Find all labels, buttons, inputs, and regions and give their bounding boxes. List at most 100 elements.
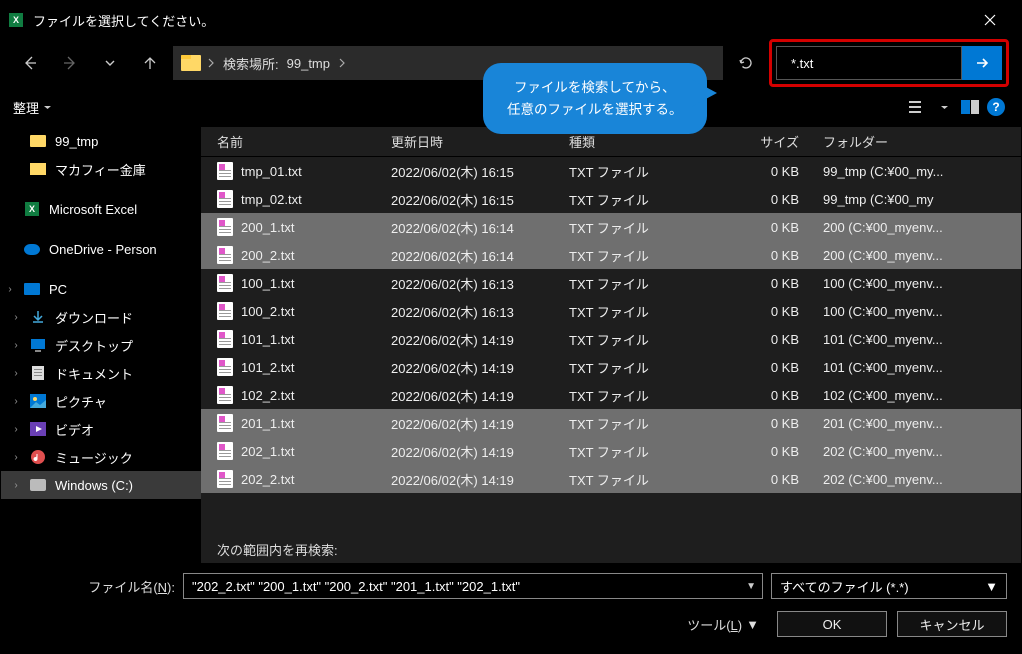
file-size: 0 KB <box>715 444 815 459</box>
chevron-down-icon[interactable]: ▼ <box>740 581 756 592</box>
file-size: 0 KB <box>715 164 815 179</box>
refresh-button[interactable] <box>729 46 763 80</box>
close-icon <box>984 14 996 26</box>
file-folder: 200 (C:¥00_myenv... <box>815 220 1021 235</box>
sidebar-item-label: ダウンロード <box>55 308 133 327</box>
sidebar-item-label: ピクチャ <box>55 392 107 411</box>
file-row[interactable]: 202_1.txt2022/06/02(木) 14:19TXT ファイル0 KB… <box>201 437 1021 465</box>
file-row[interactable]: 100_1.txt2022/06/02(木) 16:13TXT ファイル0 KB… <box>201 269 1021 297</box>
view-options-button[interactable] <box>905 94 931 120</box>
expand-caret-icon[interactable]: › <box>11 396 21 407</box>
expand-caret-icon[interactable]: › <box>11 368 21 379</box>
filename-combo[interactable]: ▼ <box>183 573 763 599</box>
sidebar-item[interactable]: ›ミュージック <box>1 443 201 471</box>
sidebar-item[interactable]: › ピクチャ <box>1 387 201 415</box>
list-view-icon <box>909 100 927 114</box>
col-date[interactable]: 更新日時 <box>391 132 569 151</box>
sidebar-item[interactable]: XMicrosoft Excel <box>1 195 201 223</box>
expand-caret-icon[interactable]: › <box>11 452 21 463</box>
sidebar-item[interactable]: ›ドキュメント <box>1 359 201 387</box>
search-input[interactable] <box>789 55 969 72</box>
file-folder: 99_tmp (C:¥00_my <box>815 192 1021 207</box>
expand-caret-icon[interactable]: › <box>11 340 21 351</box>
col-folder[interactable]: フォルダー <box>815 132 1021 151</box>
file-name: 200_1.txt <box>241 220 295 235</box>
ok-button[interactable]: OK <box>777 611 887 637</box>
file-type: TXT ファイル <box>569 442 715 461</box>
expand-caret-icon[interactable]: › <box>11 312 21 323</box>
filename-input[interactable] <box>190 578 740 595</box>
view-dropdown[interactable] <box>931 94 957 120</box>
expand-caret-icon[interactable]: › <box>5 284 15 295</box>
window-title: ファイルを選択してください。 <box>29 11 961 30</box>
help-button[interactable]: ? <box>983 94 1009 120</box>
file-folder: 99_tmp (C:¥00_my... <box>815 164 1021 179</box>
preview-pane-button[interactable] <box>957 94 983 120</box>
file-rows[interactable]: tmp_01.txt2022/06/02(木) 16:15TXT ファイル0 K… <box>201 157 1021 535</box>
refresh-icon <box>738 55 754 71</box>
file-date: 2022/06/02(木) 16:14 <box>391 218 569 237</box>
col-size[interactable]: サイズ <box>715 132 815 151</box>
file-type-filter[interactable]: すべてのファイル (*.*) ▼ <box>771 573 1007 599</box>
desktop-icon <box>29 336 47 354</box>
sidebar-item[interactable]: マカフィー金庫 <box>1 155 201 183</box>
chevron-down-icon <box>104 57 116 69</box>
recent-locations-button[interactable] <box>93 46 127 80</box>
file-row[interactable]: 102_2.txt2022/06/02(木) 14:19TXT ファイル0 KB… <box>201 381 1021 409</box>
col-name[interactable]: 名前 <box>201 132 391 151</box>
close-button[interactable] <box>967 1 1013 39</box>
excel-app-icon: X <box>9 13 23 27</box>
chevron-down-icon[interactable]: ▼ <box>985 579 998 594</box>
folder-icon <box>29 132 47 150</box>
file-row[interactable]: tmp_02.txt2022/06/02(木) 16:15TXT ファイル0 K… <box>201 185 1021 213</box>
sidebar-item[interactable]: OneDrive - Person <box>1 235 201 263</box>
file-size: 0 KB <box>715 304 815 319</box>
button-row: ツール(L) ▼ OK キャンセル <box>15 611 1007 637</box>
up-button[interactable] <box>133 46 167 80</box>
file-name: 100_1.txt <box>241 276 295 291</box>
search-go-button[interactable] <box>962 46 1002 80</box>
file-row[interactable]: tmp_01.txt2022/06/02(木) 16:15TXT ファイル0 K… <box>201 157 1021 185</box>
file-date: 2022/06/02(木) 14:19 <box>391 330 569 349</box>
file-date: 2022/06/02(木) 16:15 <box>391 162 569 181</box>
file-row[interactable]: 202_2.txt2022/06/02(木) 14:19TXT ファイル0 KB… <box>201 465 1021 493</box>
sidebar-item[interactable]: ›ビデオ <box>1 415 201 443</box>
file-row[interactable]: 201_1.txt2022/06/02(木) 14:19TXT ファイル0 KB… <box>201 409 1021 437</box>
forward-button[interactable] <box>53 46 87 80</box>
file-type: TXT ファイル <box>569 274 715 293</box>
folder-icon <box>181 55 201 71</box>
file-size: 0 KB <box>715 220 815 235</box>
organize-label: 整理 <box>13 98 39 117</box>
tools-menu[interactable]: ツール(L) ▼ <box>687 615 759 634</box>
navigation-pane[interactable]: 99_tmpマカフィー金庫 XMicrosoft Excel OneDrive - … <box>1 127 201 563</box>
txt-file-icon <box>217 274 233 292</box>
disk-icon <box>29 476 47 494</box>
file-size: 0 KB <box>715 388 815 403</box>
excel-icon: X <box>23 200 41 218</box>
file-row[interactable]: 101_2.txt2022/06/02(木) 14:19TXT ファイル0 KB… <box>201 353 1021 381</box>
sidebar-item[interactable]: ›PC <box>1 275 201 303</box>
instruction-callout: ファイルを検索してから、 任意のファイルを選択する。 <box>483 63 707 134</box>
file-date: 2022/06/02(木) 14:19 <box>391 358 569 377</box>
file-folder: 200 (C:¥00_myenv... <box>815 248 1021 263</box>
expand-caret-icon[interactable]: › <box>11 424 21 435</box>
sidebar-item[interactable]: › Windows (C:) <box>1 471 201 499</box>
file-row[interactable]: 200_2.txt2022/06/02(木) 16:14TXT ファイル0 KB… <box>201 241 1021 269</box>
organize-menu[interactable]: 整理 <box>13 98 52 117</box>
expand-caret-icon[interactable]: › <box>11 480 21 491</box>
file-row[interactable]: 101_1.txt2022/06/02(木) 14:19TXT ファイル0 KB… <box>201 325 1021 353</box>
col-type[interactable]: 種類 <box>569 132 715 151</box>
file-row[interactable]: 200_1.txt2022/06/02(木) 16:14TXT ファイル0 KB… <box>201 213 1021 241</box>
sidebar-item[interactable]: 99_tmp <box>1 127 201 155</box>
file-row[interactable]: 100_2.txt2022/06/02(木) 16:13TXT ファイル0 KB… <box>201 297 1021 325</box>
sidebar-item[interactable]: › ダウンロード <box>1 303 201 331</box>
txt-file-icon <box>217 470 233 488</box>
cancel-button[interactable]: キャンセル <box>897 611 1007 637</box>
file-date: 2022/06/02(木) 14:19 <box>391 470 569 489</box>
file-date: 2022/06/02(木) 16:13 <box>391 302 569 321</box>
sidebar-item[interactable]: ›デスクトップ <box>1 331 201 359</box>
back-button[interactable] <box>13 46 47 80</box>
search-field[interactable] <box>776 46 962 80</box>
sidebar-item-label: Windows (C:) <box>55 478 133 493</box>
pc-icon <box>23 280 41 298</box>
